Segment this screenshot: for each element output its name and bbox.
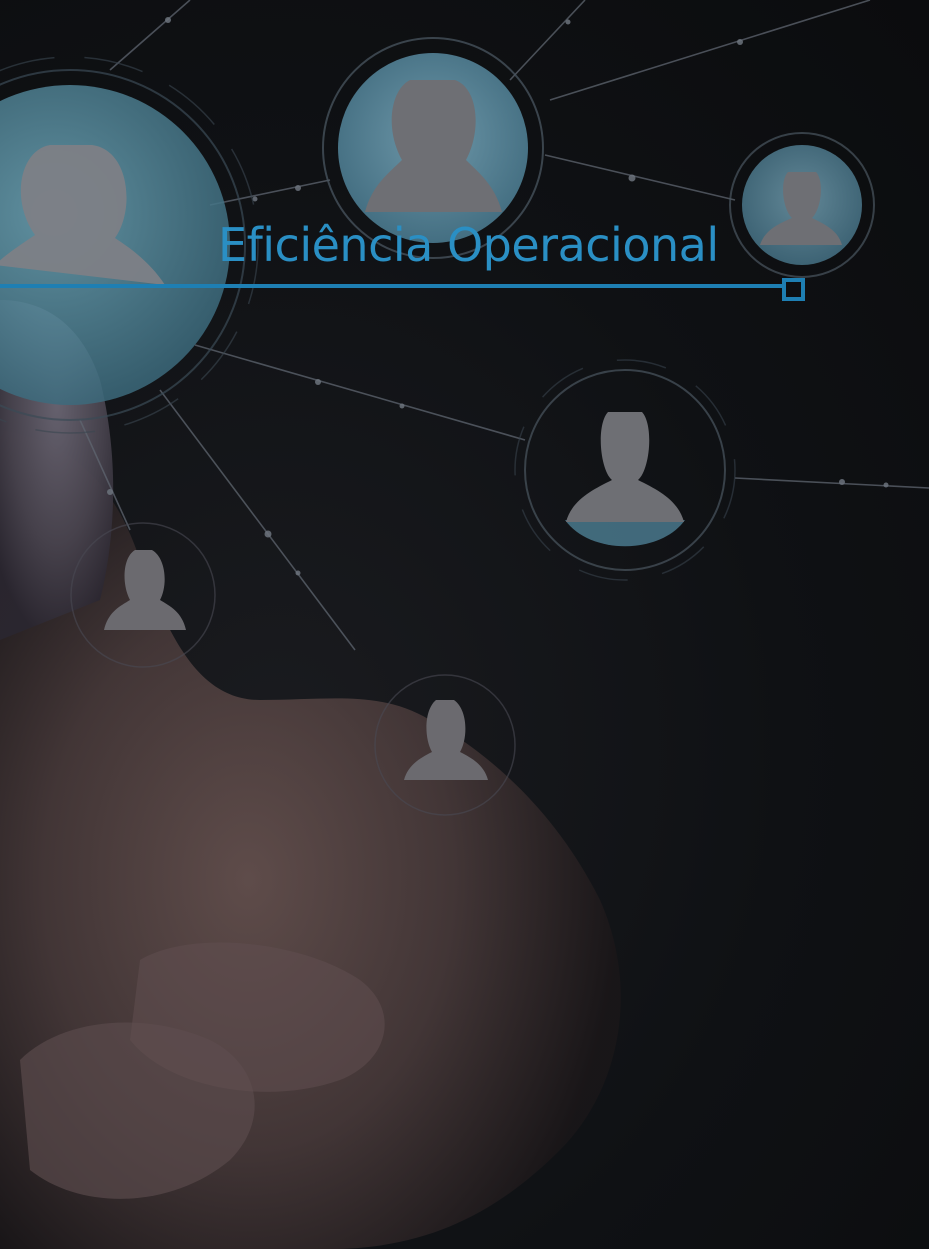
avatar-bubble-middle-right xyxy=(514,359,736,581)
male-user-icon xyxy=(566,412,684,522)
title-end-square-icon xyxy=(782,278,805,301)
hand-shape xyxy=(0,300,621,1249)
page-title: Eficiência Operacional xyxy=(218,218,719,272)
hero-banner: Eficiência Operacional xyxy=(0,0,929,1249)
title-underline xyxy=(0,284,786,288)
network-background xyxy=(0,0,929,1249)
title-banner: Eficiência Operacional xyxy=(0,214,929,304)
